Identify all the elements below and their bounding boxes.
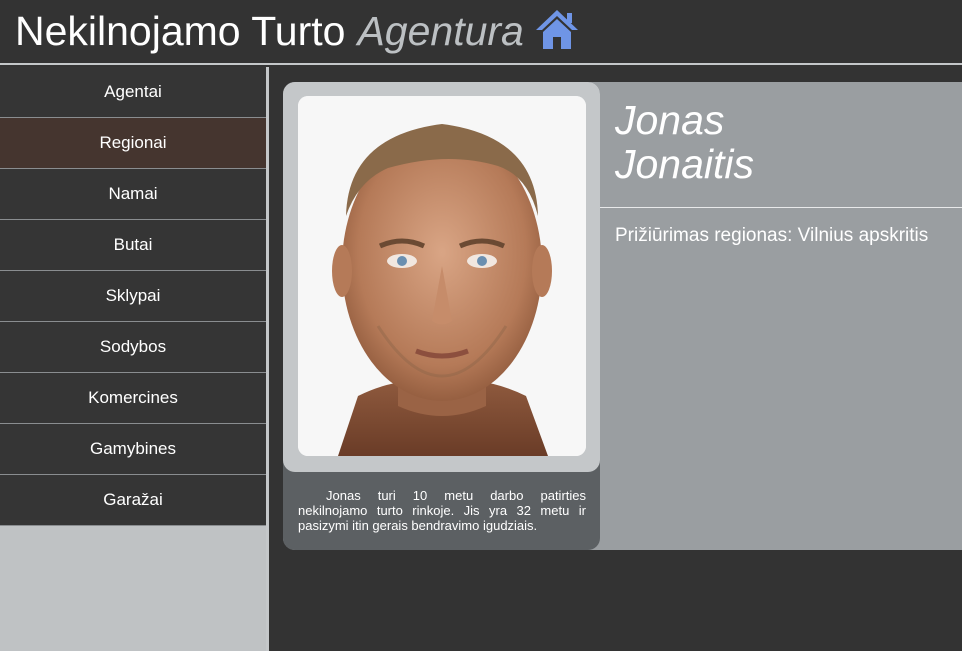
sidebar-item-label: Namai <box>108 184 158 203</box>
divider <box>600 207 962 208</box>
photo-frame <box>283 82 600 472</box>
sidebar-item-namai[interactable]: Namai <box>0 169 266 220</box>
sidebar-item-butai[interactable]: Butai <box>0 220 266 271</box>
agent-region: Prižiūrimas regionas: Vilnius apskritis <box>615 225 929 246</box>
sidebar-nav: Agentai Regionai Namai Butai Sklypai Sod… <box>0 67 269 651</box>
sidebar-item-agentai[interactable]: Agentai <box>0 67 266 118</box>
sidebar-item-sodybos[interactable]: Sodybos <box>0 322 266 373</box>
site-header: Nekilnojamo Turto Agentura <box>0 0 962 65</box>
sidebar-item-label: Sodybos <box>99 337 167 356</box>
brand-title: Nekilnojamo Turto <box>15 8 346 54</box>
agent-card: Jonas turi 10 metu darbo patirties nekil… <box>283 82 962 550</box>
brand-subtitle: Agentura <box>357 8 524 54</box>
agent-photo-column: Jonas turi 10 metu darbo patirties nekil… <box>283 82 600 550</box>
sidebar-item-regionai[interactable]: Regionai <box>0 118 266 169</box>
sidebar-item-komercines[interactable]: Komercines <box>0 373 266 424</box>
agent-name: Jonas Jonaitis <box>615 98 754 186</box>
sidebar-item-label: Butai <box>113 235 153 254</box>
sidebar-item-label: Regionai <box>99 133 167 152</box>
sidebar-item-sklypai[interactable]: Sklypai <box>0 271 266 322</box>
sidebar-item-label: Garažai <box>103 490 163 509</box>
sidebar-item-label: Agentai <box>104 82 162 101</box>
agent-bio: Jonas turi 10 metu darbo patirties nekil… <box>298 488 586 533</box>
main-content: Jonas turi 10 metu darbo patirties nekil… <box>269 67 962 651</box>
sidebar-item-gamybines[interactable]: Gamybines <box>0 424 266 475</box>
sidebar-item-garazai[interactable]: Garažai <box>0 475 266 526</box>
agent-last-name: Jonaitis <box>615 141 755 187</box>
sidebar-item-label: Komercines <box>88 388 178 407</box>
sidebar-item-label: Gamybines <box>90 439 176 458</box>
agent-photo <box>298 96 586 456</box>
home-icon[interactable] <box>534 8 580 50</box>
agent-first-name: Jonas <box>615 97 725 143</box>
sidebar-item-label: Sklypai <box>105 286 161 305</box>
